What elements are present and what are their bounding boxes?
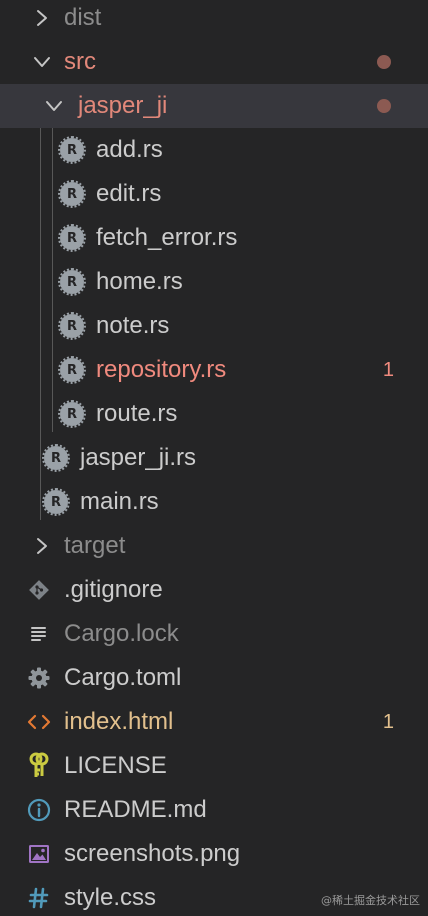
rust-file-icon: R: [58, 224, 86, 252]
rust-file-icon: R: [42, 444, 70, 472]
tree-item-gitignore[interactable]: .gitignore: [0, 568, 428, 612]
tree-item-label: dist: [64, 4, 102, 31]
chevron-down-icon: [30, 50, 54, 74]
tree-item-screenshots-png[interactable]: screenshots.png: [0, 832, 428, 876]
problem-count-badge: 1: [382, 359, 394, 381]
modified-dot-icon: [377, 55, 391, 69]
tree-item-readme-md[interactable]: README.md: [0, 788, 428, 832]
tree-item-target[interactable]: target: [0, 524, 428, 568]
rust-file-icon: R: [58, 180, 86, 208]
tree-item-label: style.css: [64, 884, 157, 911]
code-brackets-icon: [26, 709, 52, 735]
file-explorer-tree: dist src jasper_ji R add.rs R edit.rs R …: [0, 0, 428, 916]
tree-item-label: main.rs: [80, 488, 159, 515]
tree-item-label: fetch_error.rs: [96, 224, 238, 251]
tree-item-add-rs[interactable]: R add.rs: [0, 128, 428, 172]
tree-item-label: LICENSE: [64, 752, 167, 779]
lines-icon: [26, 621, 52, 647]
tree-item-label: jasper_ji.rs: [80, 444, 197, 471]
watermark: @稀土掘金技术社区: [321, 894, 420, 907]
tree-item-main-rs[interactable]: R main.rs: [0, 480, 428, 524]
modified-dot-icon: [377, 99, 391, 113]
image-icon: [26, 841, 52, 867]
tree-item-cargo-toml[interactable]: Cargo.toml: [0, 656, 428, 700]
tree-item-jasper-ji-rs[interactable]: R jasper_ji.rs: [0, 436, 428, 480]
tree-item-label: src: [64, 48, 96, 75]
tree-item-edit-rs[interactable]: R edit.rs: [0, 172, 428, 216]
tree-item-label: .gitignore: [64, 576, 163, 603]
rust-file-icon: R: [58, 312, 86, 340]
tree-item-label: jasper_ji: [78, 92, 168, 119]
tree-item-label: add.rs: [96, 136, 163, 163]
tree-item-route-rs[interactable]: R route.rs: [0, 392, 428, 436]
gear-icon: [26, 665, 52, 691]
rust-file-icon: R: [58, 136, 86, 164]
tree-item-label: edit.rs: [96, 180, 162, 207]
rust-file-icon: R: [58, 356, 86, 384]
problem-count-badge: 1: [382, 711, 394, 733]
rust-file-icon: R: [58, 268, 86, 296]
info-icon: [26, 797, 52, 823]
tree-item-home-rs[interactable]: R home.rs: [0, 260, 428, 304]
tree-item-jasper-ji-folder[interactable]: jasper_ji: [0, 84, 428, 128]
tree-item-cargo-lock[interactable]: Cargo.lock: [0, 612, 428, 656]
chevron-right-icon: [30, 534, 54, 558]
rust-file-icon: R: [58, 400, 86, 428]
tree-item-label: route.rs: [96, 400, 178, 427]
chevron-right-icon: [30, 6, 54, 30]
tree-item-index-html[interactable]: index.html 1: [0, 700, 428, 744]
tree-item-repository-rs[interactable]: R repository.rs 1: [0, 348, 428, 392]
key-icon: [26, 752, 52, 779]
chevron-down-icon: [42, 94, 66, 118]
tree-item-note-rs[interactable]: R note.rs: [0, 304, 428, 348]
tree-item-fetch-error-rs[interactable]: R fetch_error.rs: [0, 216, 428, 260]
tree-item-label: Cargo.toml: [64, 664, 182, 691]
git-icon: [26, 577, 52, 603]
tree-item-label: repository.rs: [96, 356, 227, 383]
rust-file-icon: R: [42, 488, 70, 516]
hash-icon: [26, 885, 52, 911]
tree-item-label: Cargo.lock: [64, 620, 179, 647]
tree-item-label: target: [64, 532, 126, 559]
tree-item-dist[interactable]: dist: [0, 0, 428, 40]
tree-item-src[interactable]: src: [0, 40, 428, 84]
tree-item-license[interactable]: LICENSE: [0, 744, 428, 788]
tree-item-label: screenshots.png: [64, 840, 241, 867]
tree-item-label: note.rs: [96, 312, 170, 339]
tree-item-label: README.md: [64, 796, 207, 823]
tree-item-label: index.html: [64, 708, 174, 735]
tree-item-label: home.rs: [96, 268, 183, 295]
